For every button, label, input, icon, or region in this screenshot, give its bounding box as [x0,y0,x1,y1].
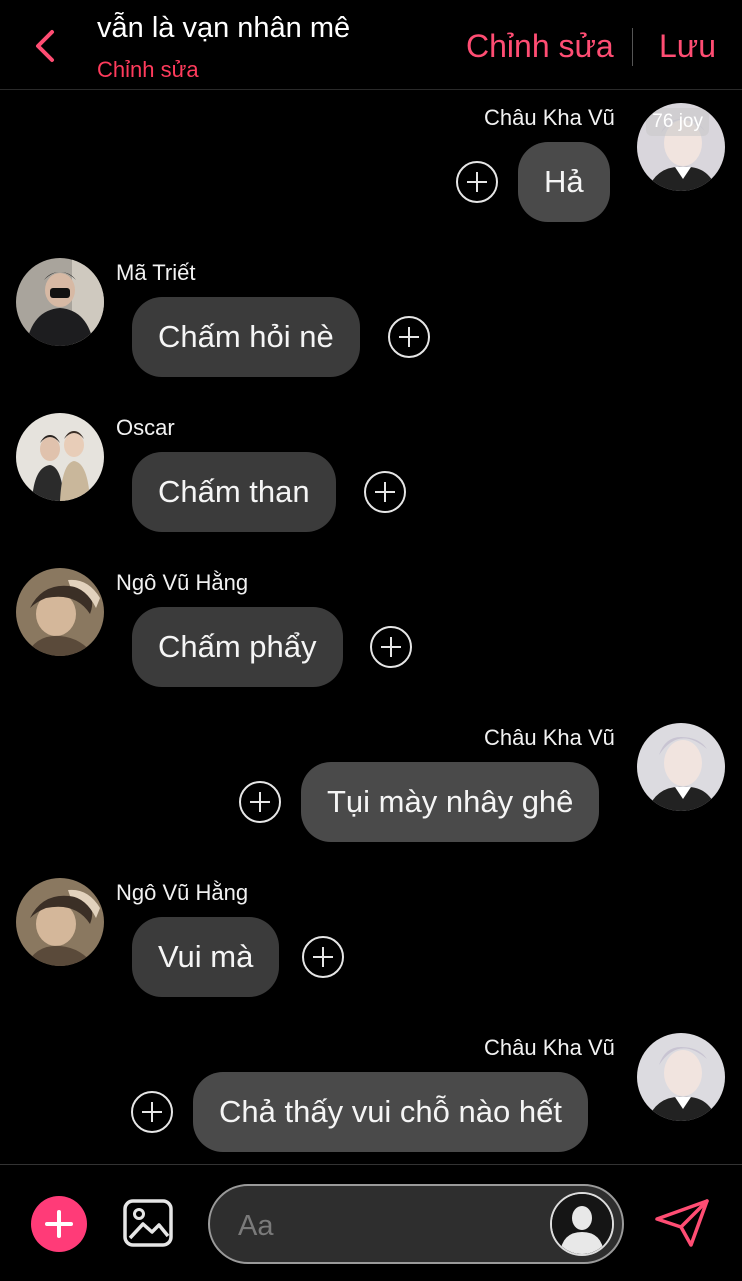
react-plus-icon[interactable] [364,471,406,513]
react-plus-icon[interactable] [239,781,281,823]
avatar[interactable] [637,723,725,811]
add-button[interactable] [31,1196,87,1252]
chevron-left-icon [36,30,54,62]
message-bubble[interactable]: Chấm phẩy [132,607,343,687]
send-button[interactable] [653,1197,711,1249]
composer-bar [0,1164,742,1281]
sender-name: Ngô Vũ Hằng [116,570,249,595]
avatar-badge: 76 joy [646,108,709,136]
sender-name: Oscar [116,415,175,440]
message-bubble[interactable]: Vui mà [132,917,280,997]
sender-avatar-selector[interactable] [550,1192,614,1256]
avatar[interactable] [16,258,104,346]
sender-name: Châu Kha Vũ [484,725,615,750]
chat-title: vẫn là vạn nhân mê [97,12,351,44]
image-button[interactable] [122,1198,174,1248]
react-plus-icon[interactable] [131,1091,173,1133]
message-input-wrapper [208,1184,624,1264]
message-input[interactable] [238,1206,538,1246]
user-silhouette-icon [552,1194,612,1254]
avatar[interactable] [16,413,104,501]
sender-name: Mã Triết [116,260,196,285]
chat-subtitle[interactable]: Chỉnh sửa [97,57,199,83]
image-icon [123,1199,173,1247]
message-bubble[interactable]: Chả thấy vui chỗ nào hết [193,1072,588,1152]
chat-header: vẫn là vạn nhân mê Chỉnh sửa Chỉnh sửa L… [0,0,742,90]
sender-name: Châu Kha Vũ [484,105,615,130]
save-button[interactable]: Lưu [659,28,716,65]
react-plus-icon[interactable] [456,161,498,203]
edit-button[interactable]: Chỉnh sửa [466,28,614,65]
react-plus-icon[interactable] [388,316,430,358]
react-plus-icon[interactable] [302,936,344,978]
message-bubble[interactable]: Chấm hỏi nè [132,297,360,377]
back-button[interactable] [28,24,62,68]
message-bubble[interactable]: Tụi mày nhây ghê [301,762,600,842]
message-bubble[interactable]: Chấm than [132,452,336,532]
react-plus-icon[interactable] [370,626,412,668]
sender-name: Châu Kha Vũ [484,1035,615,1060]
avatar[interactable] [637,1033,725,1121]
send-icon [655,1199,709,1247]
avatar[interactable] [16,568,104,656]
sender-name: Ngô Vũ Hằng [116,880,249,905]
avatar[interactable] [16,878,104,966]
avatar[interactable]: 76 joy [637,103,725,191]
message-bubble[interactable]: Hả [518,142,610,222]
header-divider [632,28,633,66]
